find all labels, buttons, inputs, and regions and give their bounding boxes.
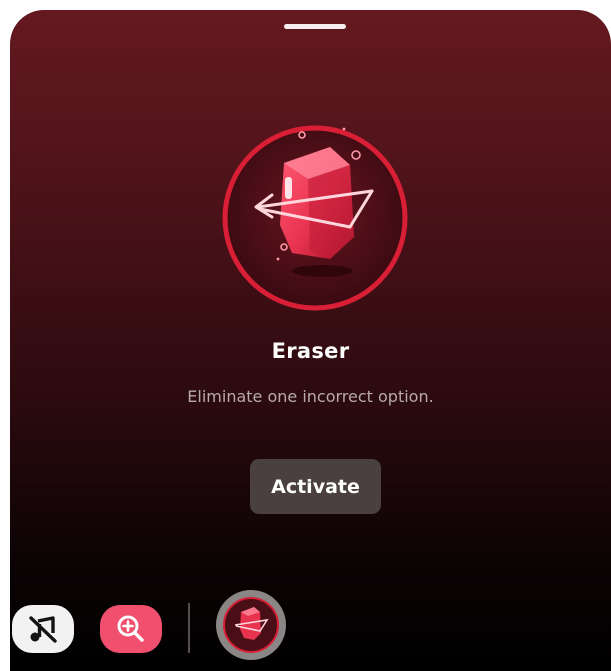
eraser-gem-icon xyxy=(223,597,279,653)
activate-button[interactable]: Activate xyxy=(250,459,381,514)
eraser-tool-button[interactable] xyxy=(216,590,286,660)
toolbar-divider xyxy=(188,603,190,653)
zoom-button[interactable] xyxy=(100,605,162,653)
mute-toggle-button[interactable] xyxy=(12,605,74,653)
powerup-description: Eliminate one incorrect option. xyxy=(187,387,434,406)
powerup-title: Eraser xyxy=(271,339,350,363)
eraser-gem-icon xyxy=(222,125,408,311)
powerup-sheet: Eraser Eliminate one incorrect option. A… xyxy=(10,10,611,671)
mute-icon xyxy=(29,616,57,643)
zoom-in-icon xyxy=(117,615,144,642)
drag-handle[interactable] xyxy=(284,24,346,29)
